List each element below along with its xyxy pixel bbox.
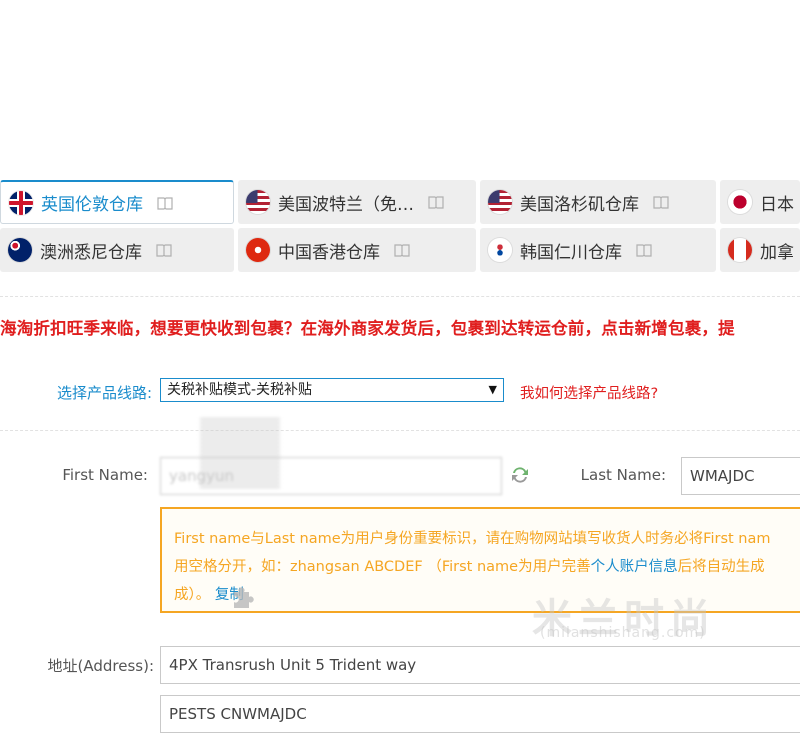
tab-korea-incheon[interactable]: 韩国仁川仓库 (480, 228, 716, 272)
book-icon[interactable] (156, 243, 172, 257)
tab-label: 加拿 (760, 242, 794, 263)
uk-flag-icon (9, 190, 33, 215)
promo-notice: 海淘折扣旺季来临，想要更快收到包裹？在海外商家发货后，包裹到达转运仓前，点击新增… (0, 319, 735, 338)
tab-us-losangeles[interactable]: 美国洛杉矶仓库 (480, 180, 716, 224)
tab-hongkong[interactable]: 中国香港仓库 (238, 228, 476, 272)
address-label: 地址(Address): (47, 657, 155, 675)
tab-label: 澳洲悉尼仓库 (40, 242, 142, 263)
book-icon[interactable] (636, 243, 652, 257)
book-icon[interactable] (428, 195, 444, 209)
puzzle-piece-icon (234, 587, 254, 608)
account-info-link[interactable]: 个人账户信息 (591, 559, 678, 575)
last-name-input[interactable]: WMAJDC (681, 457, 800, 495)
australia-flag-icon (8, 238, 32, 262)
book-icon[interactable] (394, 243, 410, 257)
dropdown-arrow-icon: ▼ (488, 383, 497, 396)
tab-label: 美国波特兰（免… (278, 194, 414, 215)
tab-label: 美国洛杉矶仓库 (520, 194, 639, 215)
tab-australia-sydney[interactable]: 澳洲悉尼仓库 (0, 228, 234, 272)
tab-label: 中国香港仓库 (278, 242, 380, 263)
us-flag-icon (246, 190, 270, 214)
tab-label: 日本 (760, 194, 794, 215)
korea-flag-icon (488, 238, 512, 262)
japan-flag-icon (728, 190, 752, 214)
watermark-url: (milanshishang.com) (540, 625, 706, 641)
route-help-link[interactable]: 我如何选择产品线路? (520, 382, 658, 403)
tab-japan[interactable]: 日本 (720, 180, 800, 224)
divider (0, 430, 800, 431)
route-select[interactable]: 关税补贴模式-关税补贴 ▼ (160, 378, 504, 402)
tab-uk-london[interactable]: 英国伦敦仓库 (0, 180, 234, 224)
hongkong-flag-icon (246, 238, 270, 262)
tip-text: 后将自动生成 (677, 559, 765, 575)
route-select-value: 关税补贴模式-关税补贴 (167, 382, 313, 398)
address-line1-input[interactable]: 4PX Transrush Unit 5 Trident way (160, 646, 800, 684)
warehouse-tabs: 英国伦敦仓库 美国波特兰（免… 美国洛杉矶仓库 日本 澳洲悉尼仓库 中国香港仓库… (0, 180, 800, 272)
tip-text: 成）。 (174, 587, 211, 603)
tab-canada[interactable]: 加拿 (720, 228, 800, 272)
book-icon[interactable] (653, 195, 669, 209)
route-label: 选择产品线路: (56, 384, 152, 402)
swap-name-icon[interactable] (509, 464, 531, 486)
tip-line-2: 用空格分开，如：zhangsan ABCDEF （First name为用户完善… (174, 553, 800, 581)
book-icon[interactable] (157, 196, 173, 210)
tab-us-portland[interactable]: 美国波特兰（免… (238, 180, 476, 224)
tip-text: 用空格分开，如：zhangsan ABCDEF （First name为用户完善 (174, 559, 591, 575)
tip-line-1: First name与Last name为用户身份重要标识，请在购物网站填写收货… (174, 531, 771, 547)
tab-label: 英国伦敦仓库 (41, 195, 143, 215)
divider (0, 296, 800, 297)
first-name-label: First Name: (62, 466, 148, 484)
tab-label: 韩国仁川仓库 (520, 242, 622, 263)
address-line2-input[interactable]: PESTS CNWMAJDC (160, 695, 800, 733)
last-name-label: Last Name: (580, 466, 666, 484)
canada-flag-icon (728, 238, 752, 262)
us-flag-icon (488, 190, 512, 214)
blur-overlay (200, 418, 280, 488)
